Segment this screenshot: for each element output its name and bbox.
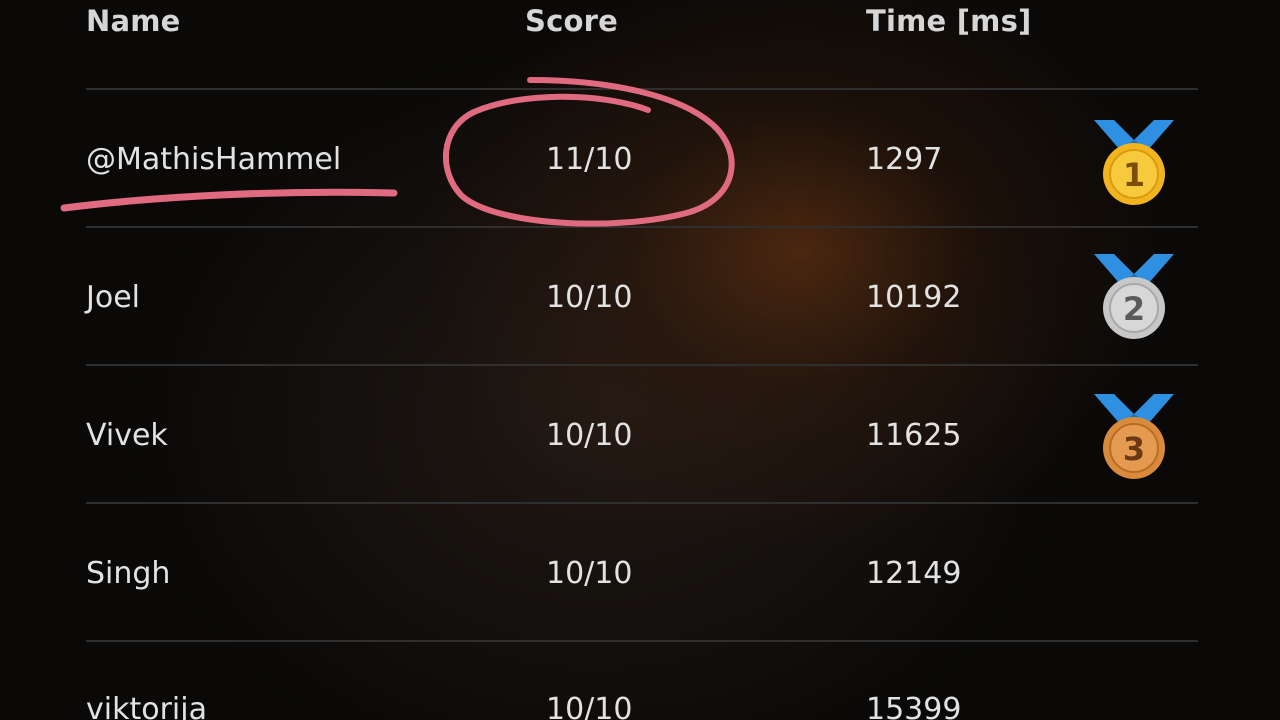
player-score: 10/10 [546,280,633,315]
player-name: @MathisHammel [86,142,342,177]
column-header-time[interactable]: Time [ms] [866,4,1032,38]
medal-rank: 3 [1123,430,1145,468]
medal-rank: 1 [1123,156,1145,194]
player-time: 12149 [866,556,962,591]
player-score: 11/10 [546,142,633,177]
medal-rank: 2 [1123,290,1145,328]
table-row: Vivek 10/10 11625 3 [0,366,1280,504]
player-time: 15399 [866,692,962,720]
player-score: 10/10 [546,418,633,453]
table-row: Singh 10/10 12149 [0,504,1280,642]
silver-medal-icon: 2 [1094,254,1174,339]
gold-medal-icon: 1 [1094,120,1174,205]
table-row: @MathisHammel 11/10 1297 1 [0,90,1280,228]
player-name: Joel [86,280,140,315]
player-score: 10/10 [546,556,633,591]
player-time: 11625 [866,418,962,453]
leaderboard: Name Score Time [ms] @MathisHammel 11/10… [0,0,1280,720]
column-header-name[interactable]: Name [86,4,181,38]
column-header-score[interactable]: Score [525,4,618,38]
bronze-medal-icon: 3 [1094,394,1174,479]
player-time: 10192 [866,280,962,315]
table-header: Name Score Time [ms] [0,0,1280,90]
table-row: Joel 10/10 10192 2 [0,228,1280,366]
player-time: 1297 [866,142,943,177]
player-name: viktorija [86,692,207,720]
player-name: Vivek [86,418,168,453]
player-score: 10/10 [546,692,633,720]
player-name: Singh [86,556,171,591]
table-row: viktorija 10/10 15399 [0,642,1280,720]
